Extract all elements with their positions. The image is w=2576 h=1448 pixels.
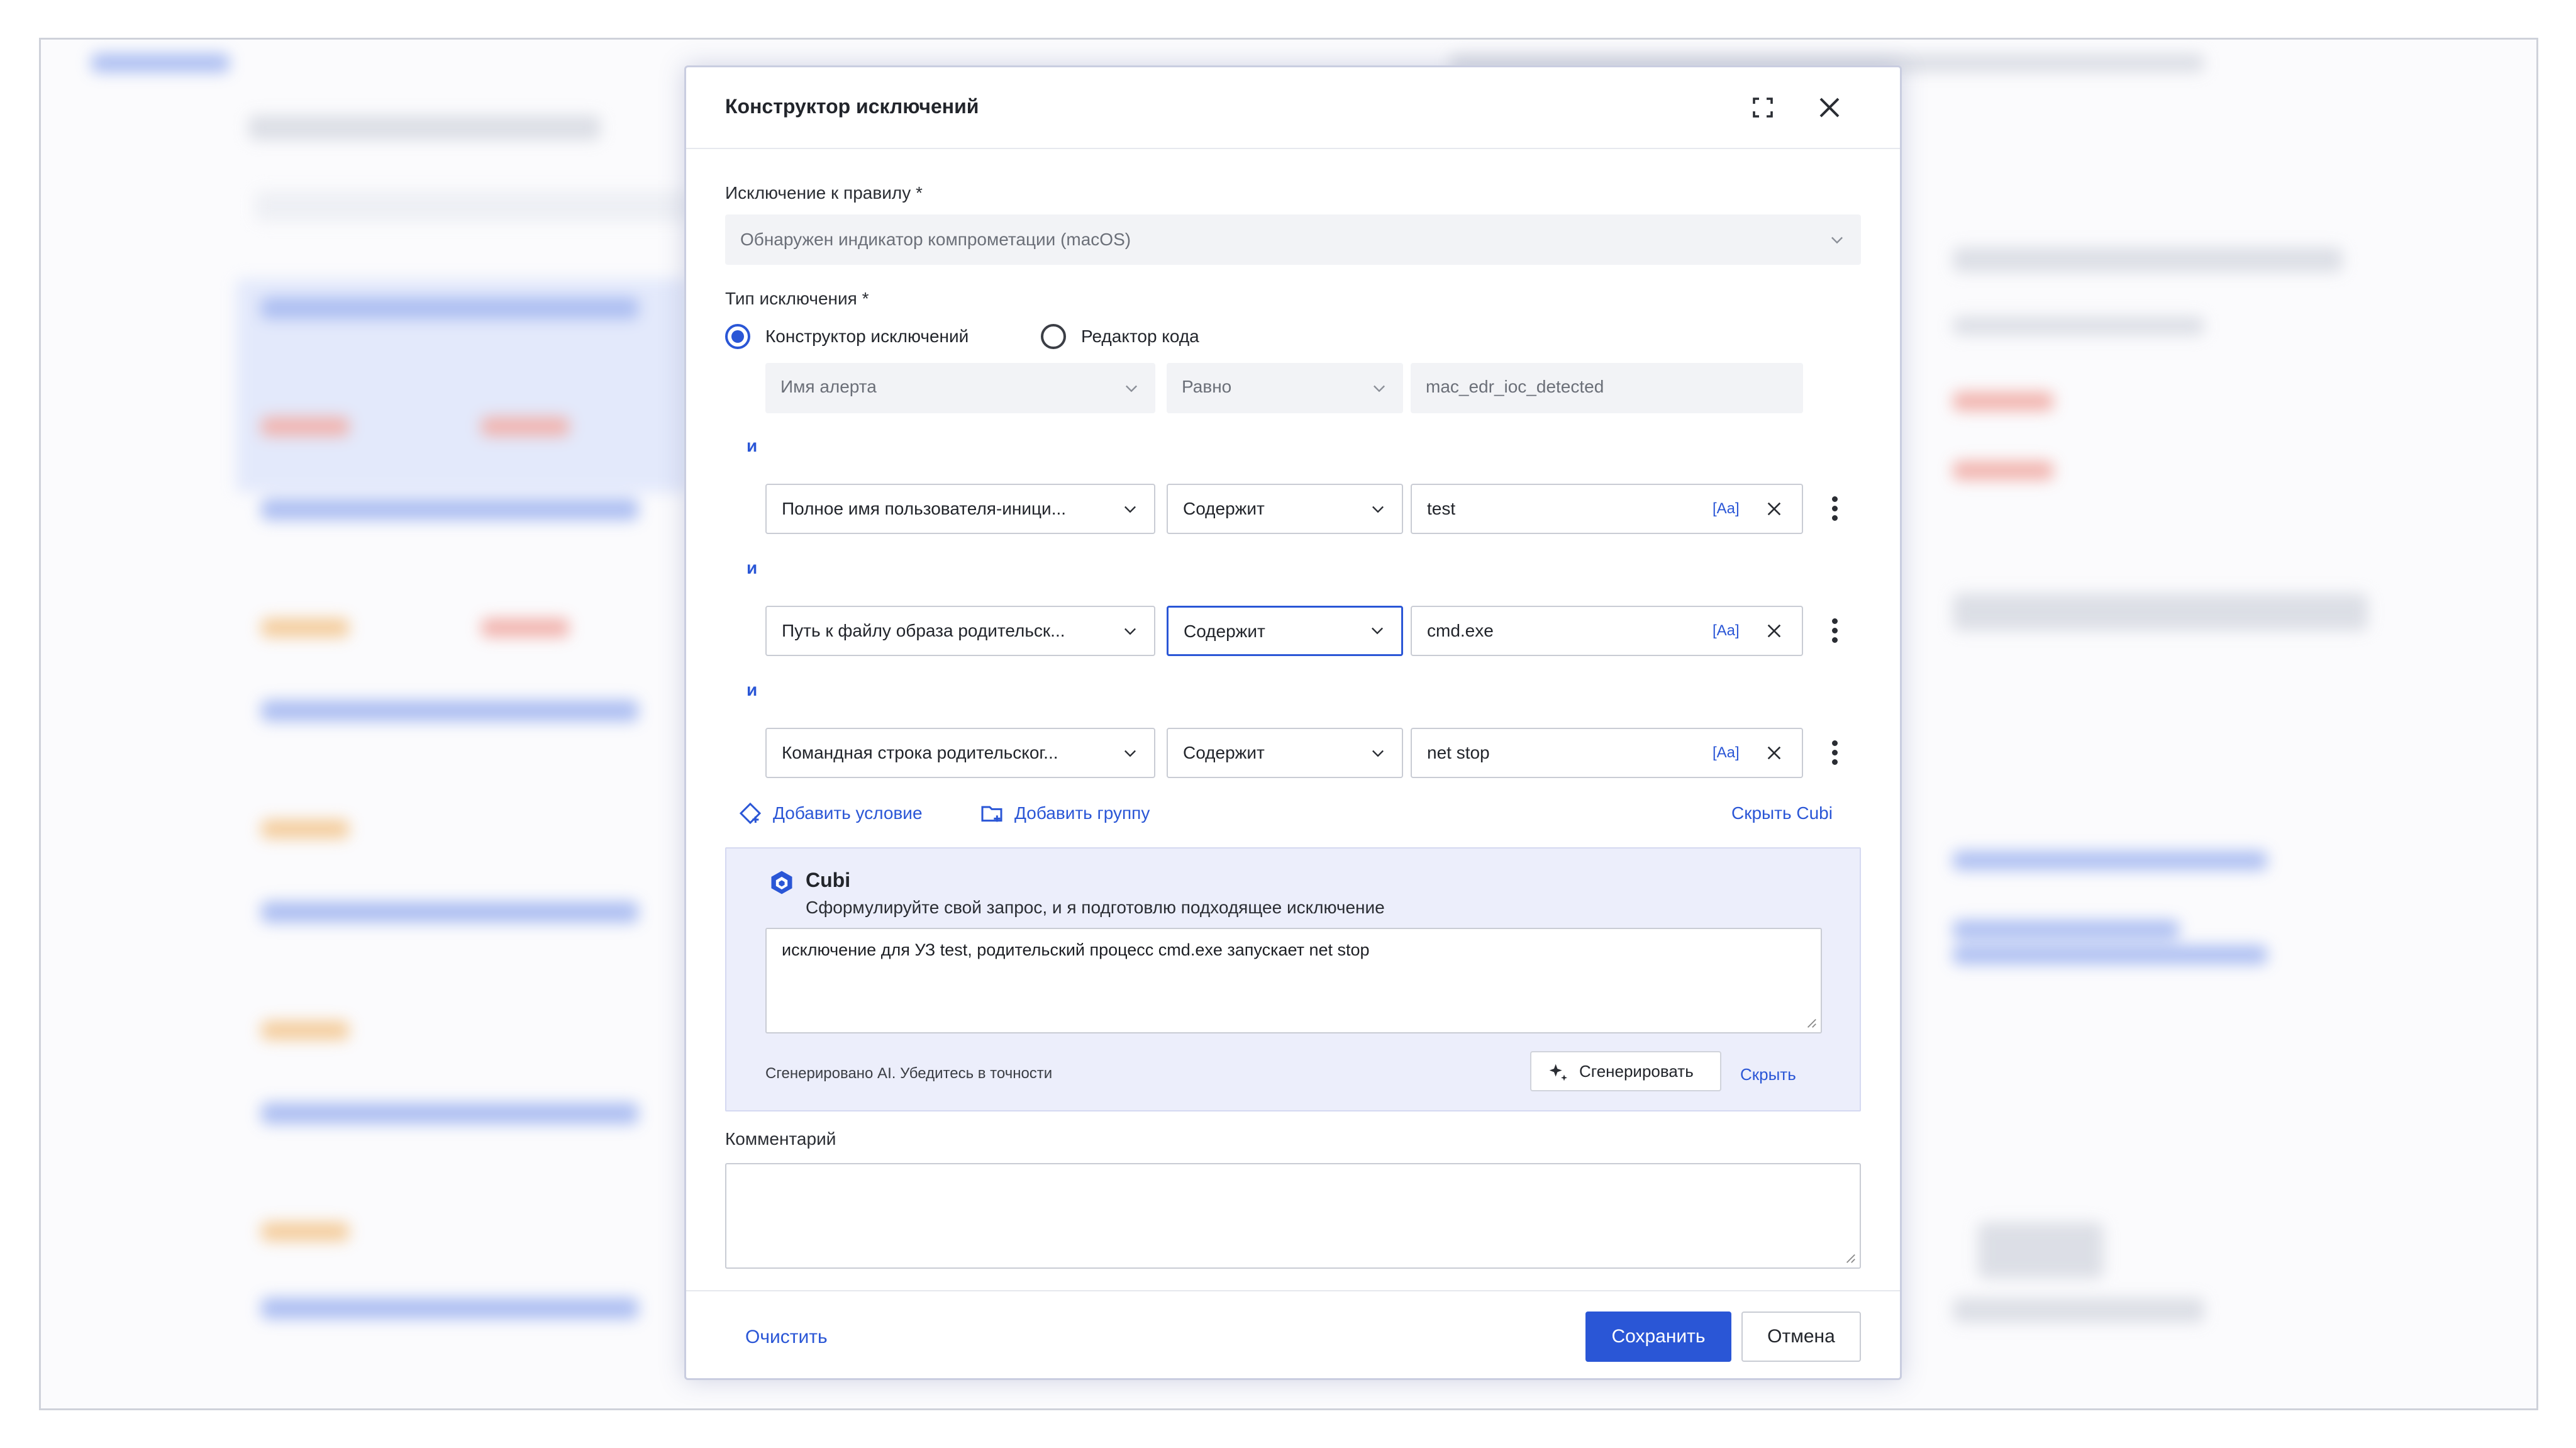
rule-select: Обнаружен индикатор компрометации (macOS…: [725, 214, 1861, 265]
and-label: и: [747, 558, 758, 577]
modal-header: Конструктор исключений: [686, 67, 1900, 149]
rule-select-value: Обнаружен индикатор компрометации (macOS…: [740, 230, 1131, 249]
footer-divider: [686, 1290, 1900, 1291]
condition-operator-select-contains[interactable]: Содержит: [1167, 484, 1403, 534]
radio-code-editor-label[interactable]: Редактор кода: [1081, 326, 1199, 347]
resize-grip-icon[interactable]: [1845, 1252, 1856, 1264]
chevron-down-icon: [1372, 506, 1384, 513]
exception-type-label: Тип исключения *: [725, 289, 869, 308]
chevron-down-icon: [1831, 237, 1843, 244]
add-condition-link[interactable]: Добавить условие: [773, 803, 923, 823]
radio-code-editor[interactable]: [1041, 324, 1066, 349]
generate-button-label: Сгенерировать: [1579, 1062, 1694, 1081]
condition-field-text: Путь к файлу образа родительск...: [782, 621, 1065, 640]
and-label: и: [747, 436, 758, 455]
condition-field-select-user[interactable]: Полное имя пользователя-иници...: [765, 484, 1155, 534]
chevron-down-icon: [1126, 385, 1137, 393]
condition-value-input-user[interactable]: test [Aa]: [1411, 484, 1803, 534]
condition-operator-text: Содержит: [1183, 499, 1265, 518]
condition-value-text: test: [1427, 499, 1456, 518]
add-group-link[interactable]: Добавить группу: [1014, 803, 1150, 823]
condition-operator-text: Содержит: [1183, 743, 1265, 762]
condition-field-select-alert-name: Имя алерта: [765, 363, 1155, 413]
comment-label: Комментарий: [725, 1129, 836, 1149]
case-sensitive-toggle[interactable]: [Aa]: [1713, 485, 1740, 533]
more-options-icon[interactable]: [1829, 494, 1840, 524]
case-sensitive-toggle[interactable]: [Aa]: [1713, 729, 1740, 777]
add-group-icon[interactable]: [979, 801, 1004, 826]
modal-title: Конструктор исключений: [725, 95, 979, 118]
close-icon[interactable]: [1814, 92, 1845, 123]
sparkle-icon: [1549, 1064, 1567, 1081]
clear-icon[interactable]: [1764, 499, 1784, 519]
condition-operator-text: Содержит: [1184, 621, 1265, 641]
condition-operator-select-contains-focused[interactable]: Содержит: [1167, 606, 1403, 656]
hide-cubi-link[interactable]: Скрыть Cubi: [1731, 803, 1833, 823]
chevron-down-icon: [1374, 385, 1385, 393]
condition-value-text: net stop: [1427, 743, 1490, 762]
radio-builder-label[interactable]: Конструктор исключений: [765, 326, 969, 347]
condition-value-input-parent-cmdline[interactable]: net stop [Aa]: [1411, 728, 1803, 778]
chevron-down-icon: [1124, 628, 1136, 635]
exception-builder-modal: Конструктор исключений Исключение к прав…: [684, 65, 1902, 1380]
generate-button[interactable]: Сгенерировать: [1530, 1051, 1721, 1091]
cubi-panel: Cubi Сформулируйте свой запрос, и я подг…: [725, 847, 1861, 1111]
radio-builder[interactable]: [725, 324, 750, 349]
chevron-down-icon: [1372, 750, 1384, 757]
condition-operator-text: Равно: [1182, 377, 1232, 396]
case-sensitive-toggle[interactable]: [Aa]: [1713, 607, 1740, 655]
cubi-subtitle: Сформулируйте свой запрос, и я подготовл…: [806, 898, 1385, 917]
cubi-prompt-textarea[interactable]: исключение для УЗ test, родительский про…: [765, 928, 1822, 1033]
chevron-down-icon: [1372, 627, 1383, 635]
condition-field-text: Командная строка родительског...: [782, 743, 1058, 762]
more-options-icon[interactable]: [1829, 616, 1840, 646]
condition-operator-select-contains[interactable]: Содержит: [1167, 728, 1403, 778]
chevron-down-icon: [1124, 506, 1136, 513]
save-button[interactable]: Сохранить: [1585, 1312, 1731, 1362]
condition-value-input-parent-image[interactable]: cmd.exe [Aa]: [1411, 606, 1803, 656]
condition-field-text: Имя алерта: [780, 377, 877, 396]
rule-label: Исключение к правилу *: [725, 183, 923, 203]
cancel-button[interactable]: Отмена: [1741, 1312, 1861, 1362]
ai-disclaimer: Сгенерировано AI. Убедитесь в точности: [765, 1065, 1053, 1082]
clear-button[interactable]: Очистить: [745, 1327, 828, 1348]
chevron-down-icon: [1124, 750, 1136, 757]
cubi-logo-icon: [771, 871, 792, 894]
condition-value-text: cmd.exe: [1427, 621, 1494, 640]
condition-value-alert-name: mac_edr_ioc_detected: [1411, 363, 1803, 413]
clear-icon[interactable]: [1764, 621, 1784, 641]
cubi-hide-link[interactable]: Скрыть: [1740, 1065, 1796, 1084]
expand-icon[interactable]: [1748, 92, 1778, 123]
cubi-title: Cubi: [806, 869, 851, 891]
and-label: и: [747, 680, 758, 699]
more-options-icon[interactable]: [1829, 738, 1840, 768]
resize-grip-icon[interactable]: [1806, 1017, 1817, 1028]
clear-icon[interactable]: [1764, 743, 1784, 763]
comment-textarea[interactable]: [725, 1163, 1861, 1269]
condition-value-text: mac_edr_ioc_detected: [1426, 377, 1604, 396]
condition-operator-select-equals: Равно: [1167, 363, 1403, 413]
add-condition-icon[interactable]: [738, 801, 763, 826]
condition-field-text: Полное имя пользователя-иници...: [782, 499, 1067, 518]
cubi-prompt-text: исключение для УЗ test, родительский про…: [782, 940, 1370, 959]
condition-field-select-parent-cmdline[interactable]: Командная строка родительског...: [765, 728, 1155, 778]
condition-field-select-parent-image[interactable]: Путь к файлу образа родительск...: [765, 606, 1155, 656]
